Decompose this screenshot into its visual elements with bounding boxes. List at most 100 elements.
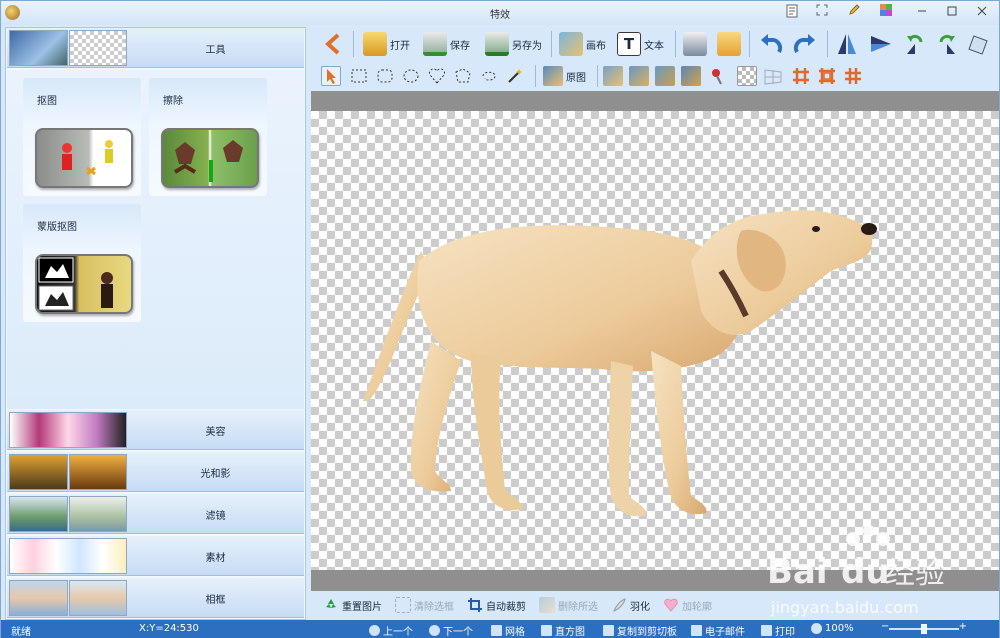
original-button[interactable]: 原图 [543,63,586,89]
flip-horizontal-button[interactable] [835,30,859,58]
effects-panel: 工具 抠图 擦除 蒙版抠图 美容 光和影 滤镜 素材 相框 [5,27,306,620]
text-label: 文本 [644,40,664,52]
redo-button[interactable] [791,30,817,58]
clipboard-icon [603,625,614,636]
resize-tool-icon[interactable] [629,66,649,86]
document-icon[interactable] [783,4,801,22]
ellipse-select-icon[interactable] [401,66,421,86]
category-materials[interactable]: 素材 [7,536,304,576]
light-thumb-image-2 [68,454,127,490]
tools-thumb-image [9,30,68,66]
prev-button[interactable]: 上一个 [369,623,413,638]
color-tool-icon[interactable] [681,66,701,86]
print-label: 打印 [775,627,795,638]
tool-cutout[interactable]: 抠图 [23,78,141,196]
save-as-button[interactable]: 另存为 [485,30,542,58]
hash-grid-icon-2[interactable] [817,66,837,86]
zoom-in-icon[interactable]: + [959,621,967,632]
grid-button[interactable]: 网格 [491,623,525,638]
print-button[interactable] [683,30,707,58]
email-button[interactable] [717,30,741,58]
main-toolbar: 打开 保存 另存为 画布 T 文本 [313,27,999,61]
sharpen-tool-icon[interactable] [655,66,675,86]
text-button[interactable]: T 文本 [617,30,664,58]
minimize-icon[interactable] [913,4,931,22]
separator [551,31,552,57]
histogram-button[interactable]: 直方图 [541,623,585,638]
add-outline-button[interactable]: 加轮廓 [663,596,712,614]
canvas-label: 画布 [586,40,606,52]
original-label: 原图 [566,72,586,84]
zoom-icon [811,623,822,634]
undo-button[interactable] [759,30,785,58]
auto-crop-label: 自动裁剪 [486,601,526,613]
rotate-left-button[interactable] [903,30,927,58]
category-tools[interactable]: 工具 [7,28,304,68]
lasso-select-icon[interactable] [479,66,499,86]
next-button[interactable]: 下一个 [429,623,473,638]
rotate-free-button[interactable] [967,30,991,58]
rect-select-icon[interactable] [349,66,369,86]
magic-wand-icon[interactable] [505,66,525,86]
crop-icon [467,597,483,613]
rounded-select-icon[interactable] [375,66,395,86]
flip-vertical-icon [871,36,891,52]
open-button[interactable]: 打开 [363,30,410,58]
zoom-thumb[interactable] [921,624,927,634]
tool-erase[interactable]: 擦除 [149,78,267,196]
maximize-icon[interactable] [943,4,961,22]
category-filters[interactable]: 滤镜 [7,494,304,534]
rotate-right-button[interactable] [935,30,959,58]
grid-label: 网格 [505,627,525,638]
frame-thumb-image-1 [9,580,68,616]
feather-button[interactable]: 羽化 [611,596,650,614]
status-bar: 就绪 X:Y=24:530 上一个 下一个 网格 直方图 复制到剪切板 电子邮件 [1,620,999,638]
app-window: 特效 工具 抠图 擦除 蒙版抠图 美容 光和影 滤镜 素材 相框 打开 保存 另… [0,0,1000,638]
tool-mask-cutout[interactable]: 蒙版抠图 [23,204,141,322]
reset-image-button[interactable]: 重置图片 [323,596,382,614]
fullscreen-icon[interactable] [813,4,831,22]
auto-crop-button[interactable]: 自动裁剪 [467,596,526,614]
grid-icon [491,625,502,636]
heart-select-icon[interactable] [427,66,447,86]
email-status-button[interactable]: 电子邮件 [691,623,745,638]
zoom-slider[interactable]: − + [881,621,967,634]
pencil-icon[interactable] [845,4,863,22]
zoom-value: 100% [825,623,854,634]
crop-tool-icon[interactable] [603,66,623,86]
flip-vertical-button[interactable] [869,30,893,58]
save-button[interactable]: 保存 [423,30,470,58]
canvas-icon [559,32,583,56]
polygon-select-icon[interactable] [453,66,473,86]
clear-selection-label: 清除选框 [414,601,454,613]
mask-thumb-image [35,254,133,314]
tools-thumb-transparent [68,30,127,66]
save-label: 保存 [450,40,470,52]
canvas-button[interactable]: 画布 [559,30,606,58]
hash-grid-icon-1[interactable] [791,66,811,86]
transparent-canvas[interactable] [311,111,999,570]
tool-grid: 抠图 擦除 蒙版抠图 [7,70,304,409]
print-status-button[interactable]: 打印 [761,623,795,638]
hash-grid-icon-3[interactable] [843,66,863,86]
category-light-shadow[interactable]: 光和影 [7,452,304,492]
back-button[interactable] [323,30,345,58]
pointer-tool-icon[interactable] [321,66,341,86]
category-beauty[interactable]: 美容 [7,410,304,450]
pushpin-icon[interactable] [707,66,727,86]
category-frames[interactable]: 相框 [7,578,304,618]
email-label: 电子邮件 [705,627,745,638]
transparent-bg-icon[interactable] [737,66,757,86]
copy-clipboard-button[interactable]: 复制到剪切板 [603,623,677,638]
palette-icon[interactable] [877,4,895,22]
grid-perspective-icon[interactable] [763,66,783,86]
tool-label: 抠图 [37,96,57,107]
zoom-out-icon[interactable]: − [881,621,889,632]
status-coordinates: X:Y=24:530 [139,623,199,634]
delete-selection-button[interactable]: 删除所选 [539,596,598,614]
next-arrow-icon [429,625,440,636]
close-icon[interactable] [973,4,991,22]
image-canvas-area [311,91,999,591]
clear-selection-button[interactable]: 清除选框 [395,596,454,614]
original-image-icon [543,66,563,86]
